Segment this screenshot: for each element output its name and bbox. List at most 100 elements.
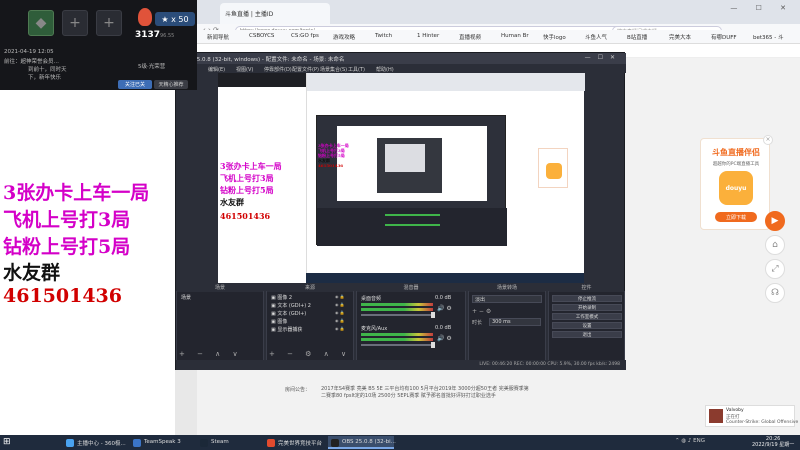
obs-window-controls[interactable]: —☐✕ <box>585 54 622 61</box>
eye-icon[interactable]: ◉ 🔒 <box>335 294 345 299</box>
mixer-channel-db: 0.0 dB <box>435 295 452 301</box>
bookmark-item[interactable]: 新闻导航 <box>207 33 229 41</box>
windows-start-icon[interactable]: ⊞ <box>3 437 15 448</box>
bookmark-item[interactable]: CSBOYCS <box>249 33 274 39</box>
obs-preview[interactable]: 3张办卡上车一局 3张办卡上车一局 飞机上号打3局 飞机上号打3局 钻粉上号打5局 钻粉上… <box>218 73 585 283</box>
clock[interactable]: 20:26 2022/9/19 星期一 <box>752 436 794 448</box>
bookmark-item[interactable]: 1 Hinter <box>417 33 439 39</box>
douyu-logo-icon: douyu <box>719 171 753 205</box>
rank-badge-icon: ◆ <box>28 10 54 36</box>
source-toolbar[interactable]: + − ⚙ ∧ ∨ <box>269 350 351 358</box>
transition-select[interactable]: 淡出 <box>472 295 542 303</box>
source-item[interactable]: ▣ 文本 (GDI+) 2 ◉ 🔒 <box>271 302 351 309</box>
control-button[interactable]: 设置 <box>552 322 622 329</box>
eye-icon[interactable]: ◉ 🔒 <box>335 326 345 331</box>
obs-menu-item[interactable]: 停靠部件(D) <box>264 66 292 73</box>
taskbar-app[interactable]: Steam <box>197 436 262 449</box>
promo-title: 斗鱼直播伴侣 <box>712 148 760 157</box>
audio-meter <box>361 338 433 341</box>
browser-tab-title: 斗鱼直播 | 主播ID <box>225 11 274 18</box>
scene-toolbar[interactable]: + − ∧ ∨ <box>179 350 243 358</box>
nested-header <box>218 73 306 87</box>
obs-menu-item[interactable]: 场景集合(S) <box>320 66 347 73</box>
tray-icons[interactable]: ⌃ ◍ ♪ <box>675 438 693 444</box>
duration-input[interactable]: 300 ms <box>489 318 541 326</box>
mixer-channel-name: 麦克风/Aux <box>361 326 388 332</box>
expand-icon[interactable]: ⤢ <box>765 259 785 279</box>
download-button[interactable]: 立即下载 <box>715 212 757 222</box>
eye-icon[interactable]: ◉ 🔒 <box>335 302 345 307</box>
bookmark-item[interactable]: bet365 - 斗 <box>753 33 784 41</box>
control-button[interactable]: 退出 <box>552 331 622 338</box>
bookmark-item[interactable]: CS:GO fps <box>291 33 319 39</box>
controls-dock: 控件 停止推流开始录制工作室模式设置退出 <box>548 284 625 361</box>
eye-icon[interactable]: ◉ 🔒 <box>335 318 345 323</box>
source-item[interactable]: ▣ 文本 (GDI+) ◉ 🔒 <box>271 310 351 317</box>
play-icon[interactable]: ▶ <box>765 211 785 231</box>
speaker-icon[interactable]: 🔊 ⚙ <box>437 305 452 312</box>
audio-meter <box>361 333 433 336</box>
bookmark-item[interactable]: 斗鱼人气 <box>585 33 607 41</box>
speaker-icon[interactable]: 🔊 ⚙ <box>437 335 452 342</box>
volume-slider[interactable] <box>361 342 435 348</box>
taskbar-app[interactable]: OBS 25.0.8 (32-bi... <box>328 436 396 449</box>
notice-line: 前往：超神荣誉会员… <box>4 59 60 65</box>
bookmark-item[interactable]: 完美大本 <box>669 33 691 41</box>
bookmark-item[interactable]: 直播视频 <box>459 33 481 41</box>
source-item[interactable]: ▣ 图像 2 ◉ 🔒 <box>271 294 351 301</box>
nested-promo-card <box>538 148 568 188</box>
add-badge-icon[interactable]: + <box>62 10 88 36</box>
obs-menu-item[interactable]: 视图(V) <box>236 66 253 73</box>
bookmarks-bar: 新闻导航 CSBOYCS CS:GO fps 游戏攻略 Twitch 1 Hinter 直播… <box>197 30 800 44</box>
volume-knob[interactable] <box>431 342 435 348</box>
rank-text: 5级·光荣营 <box>138 64 166 70</box>
audio-meter <box>361 303 433 306</box>
bookmark-item[interactable]: 快手logo <box>543 33 566 41</box>
bookmark-item[interactable]: Human Br <box>501 33 529 39</box>
volume-slider[interactable] <box>361 312 435 318</box>
follow-button[interactable]: 关注已关 <box>118 80 152 89</box>
app-icon <box>267 439 275 447</box>
obs-menu-item[interactable]: 帮助(H) <box>376 66 394 73</box>
steam-notification[interactable]: Valvoby 正在打 Counter-Strike: Global Offen… <box>705 405 798 427</box>
add-badge-icon[interactable]: + <box>96 10 122 36</box>
mixer-dock-title: 混音器 <box>357 284 465 292</box>
bookmark-item[interactable]: 有哪DUFF <box>711 33 737 41</box>
promo-card[interactable]: × 斗鱼直播伴侣 超越你的PC端直播工具 douyu 立即下载 <box>700 135 773 230</box>
control-button[interactable]: 工作室模式 <box>552 313 622 320</box>
recommend-button[interactable]: 天精心推荐 <box>154 80 188 89</box>
controls-dock-title: 控件 <box>549 284 624 292</box>
source-item[interactable]: ▣ 显示器捕获 ◉ 🔒 <box>271 326 351 333</box>
transition-toolbar[interactable]: + − ⚙ <box>472 308 491 315</box>
source-item[interactable]: ▣ 图像 ◉ 🔒 <box>271 318 351 325</box>
eye-icon[interactable]: ◉ 🔒 <box>335 310 345 315</box>
taskbar-app-label: TeamSpeak 3 <box>144 439 181 445</box>
douyu-logo-icon <box>546 163 562 179</box>
input-language[interactable]: ENG <box>693 438 705 444</box>
taskbar-app[interactable]: TeamSpeak 3 <box>130 436 195 449</box>
taskbar-app[interactable]: 主播中心 - 360极... <box>63 436 128 449</box>
control-button[interactable]: 开始录制 <box>552 304 622 311</box>
system-tray[interactable]: ⌃ ◍ ♪ ENG <box>675 438 705 444</box>
source-label: 图像 2 <box>277 295 293 301</box>
home-icon[interactable]: ⌂ <box>765 235 785 255</box>
scene-item[interactable]: 场景 <box>181 294 191 301</box>
fire-icon <box>138 8 152 26</box>
bookmark-item[interactable]: Twitch <box>375 33 392 39</box>
control-button[interactable]: 停止推流 <box>552 295 622 302</box>
browser-tab[interactable]: 斗鱼直播 | 主播ID <box>220 3 330 24</box>
taskbar-app[interactable]: 完美世界竞技平台 <box>264 436 326 449</box>
nested-taskbar <box>306 273 584 283</box>
headset-icon[interactable]: ☊ <box>765 283 785 303</box>
close-icon[interactable]: × <box>763 135 773 145</box>
obs-menu-item[interactable]: 配置文件(P) <box>292 66 319 73</box>
obs-menu-item[interactable]: 编辑(E) <box>208 66 225 73</box>
bookmark-item[interactable]: 游戏攻略 <box>333 33 355 41</box>
window-controls[interactable]: — ☐ ✕ <box>730 4 794 12</box>
nested-meter <box>385 224 440 226</box>
promo-line: 3张办卡上车一局 <box>3 182 150 204</box>
obs-menu-item[interactable]: 工具(T) <box>348 66 365 73</box>
bookmark-item[interactable]: B站直播 <box>627 33 647 41</box>
nested-promo-line: 钻粉上号打5局 <box>220 185 274 195</box>
volume-knob[interactable] <box>431 312 435 318</box>
